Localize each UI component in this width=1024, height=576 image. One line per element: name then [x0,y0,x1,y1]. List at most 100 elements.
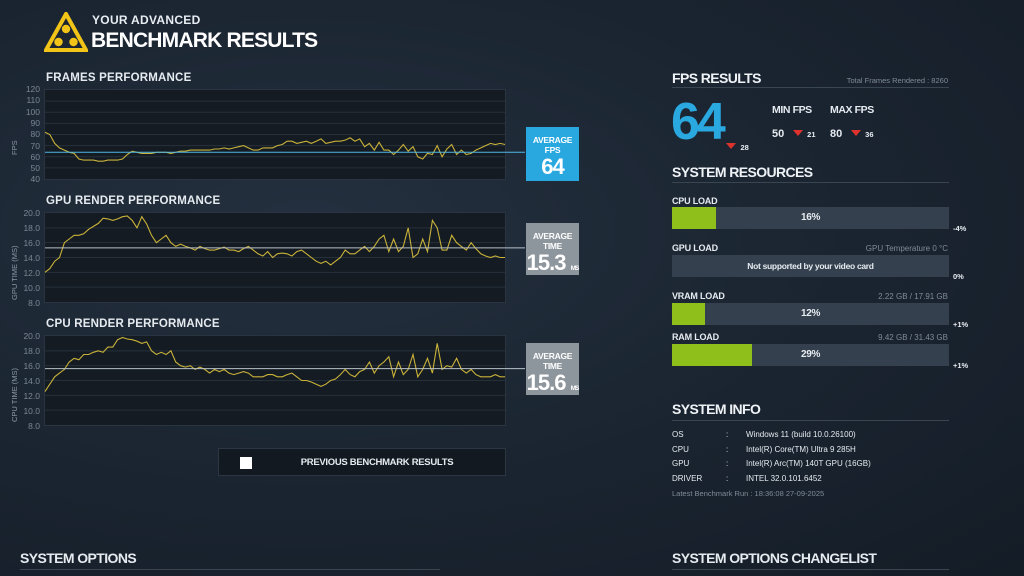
average-time-value: 15.6 MS [526,370,580,401]
y-tick: 8.0 [28,298,40,308]
cpu-render-performance-title: CPU RENDER PERFORMANCE [46,318,220,330]
average-time-value: 15.3 MS [526,251,580,281]
divider [672,87,949,88]
fps-results-title: FPS RESULTS [672,70,761,86]
gpu-load-bar: Not supported by your video card [672,255,949,277]
cpu-load-value: 16% [800,212,821,223]
previous-benchmark-results-button[interactable]: PREVIOUS BENCHMARK RESULTS [218,448,506,476]
delta-value: 36 [865,130,874,139]
average-time-unit: MS [570,265,580,272]
average-time-unit: MS [570,385,580,392]
system-resources-title: SYSTEM RESOURCES [672,164,813,180]
ram-load-bar: 29% [672,344,949,366]
gpu-load-value: Not supported by your video card [747,261,874,271]
line-chart-svg [44,215,525,288]
info-key: DRIVER [672,474,703,483]
avg-fps-delta: 28 [726,137,749,155]
y-tick: 40 [30,174,40,185]
max-fps-value: 80 [830,128,843,140]
system-options-changelist-title: SYSTEM OPTIONS CHANGELIST [672,550,877,566]
arrow-down-icon [792,129,803,136]
y-tick: 20.0 [23,331,40,341]
divider [672,420,949,421]
divider [672,182,949,183]
average-time-number: 15.6 [526,370,567,395]
average-fps-label: AVERAGE FPS [532,135,573,155]
y-tick: 80 [30,129,40,140]
line-chart-svg [44,336,525,411]
y-tick: 20.0 [23,208,40,218]
ram-usage: 9.42 GB / 31.43 GB [878,333,948,342]
average-fps-value: 64 [541,154,564,179]
latest-benchmark-run: Latest Benchmark Run : 18:36:08 27-09-20… [672,489,825,498]
divider [672,569,949,570]
average-cpu-time-box: AVERAGE TIME 15.6 MS [526,343,579,395]
line-chart-svg [44,100,525,169]
system-options-title: SYSTEM OPTIONS [20,550,137,566]
ram-load-label: RAM LOAD [672,332,719,342]
y-tick: 50 [30,163,40,174]
info-value: Intel(R) Core(TM) Ultra 9 285H [746,445,856,454]
info-value: Windows 11 (build 10.0.26100) [746,430,856,439]
info-key: GPU [672,459,690,468]
y-tick: 18.0 [23,223,40,233]
y-tick: 14.0 [23,376,40,386]
arrow-down-icon [726,142,736,149]
total-frames-rendered: Total Frames Rendered : 8260 [846,76,948,85]
info-value: INTEL 32.0.101.6452 [746,474,822,483]
y-tick: 12.0 [23,391,40,401]
vram-load-value: 12% [800,308,821,319]
average-time-label: AVERAGE TIME [532,231,573,251]
system-info-title: SYSTEM INFO [672,401,761,417]
system-info-row: OS : Windows 11 (build 10.0.26100) [672,430,949,442]
system-info-row: GPU : Intel(R) Arc(TM) 140T GPU (16GB) [672,459,949,471]
average-gpu-time-box: AVERAGE TIME 15.3 MS [526,223,579,275]
y-tick: 16.0 [23,238,40,248]
system-info-row: CPU : Intel(R) Core(TM) Ultra 9 285H [672,445,949,457]
header-subtitle: YOUR ADVANCED [92,13,201,27]
system-info-row: DRIVER : INTEL 32.0.101.6452 [672,474,949,486]
y-tick: 10.0 [23,406,40,416]
delta-value: 28 [740,143,749,152]
info-value: Intel(R) Arc(TM) 140T GPU (16GB) [746,459,871,468]
y-tick: 8.0 [28,421,40,431]
y-tick: 70 [30,140,40,151]
info-colon: : [726,430,729,439]
cpu-chart-plot [44,335,525,426]
ram-load-delta: +1% [953,361,969,370]
y-tick: 90 [30,117,40,128]
vram-load-delta: +1% [953,320,969,329]
y-tick: 60 [30,151,40,162]
frames-performance-title: FRAMES PERFORMANCE [46,72,192,84]
info-colon: : [726,474,729,483]
gpu-temperature: GPU Temperature 0 °C [865,244,948,253]
y-tick: 14.0 [23,253,40,263]
max-fps-label: MAX FPS [830,104,874,116]
min-fps: 50 21 [772,124,816,142]
average-fps-box: AVERAGE FPS 64 [526,127,579,181]
benchmark-logo-icon [44,12,88,52]
info-colon: : [726,459,729,468]
y-tick: 110 [26,95,40,106]
vram-load-label: VRAM LOAD [672,291,725,301]
ram-load-value: 29% [800,349,821,360]
page-title: BENCHMARK RESULTS [91,29,318,52]
series-line [44,336,505,392]
gpu-chart-plot [44,212,525,303]
vram-load-bar: 12% [672,303,949,325]
y-tick: 12.0 [23,268,40,278]
y-tick: 120 [25,84,40,94]
cpu-load-bar: 16% [672,207,949,229]
gpu-render-performance-title: GPU RENDER PERFORMANCE [46,195,221,207]
max-fps: 80 36 [830,124,874,142]
previous-benchmark-results-label: PREVIOUS BENCHMARK RESULTS [300,457,454,468]
delta-value: 21 [807,130,816,139]
arrow-down-icon [850,129,861,136]
divider [20,569,440,570]
vram-usage: 2.22 GB / 17.91 GB [878,292,948,301]
cpu-load-label: CPU LOAD [672,196,718,206]
gpu-load-label: GPU LOAD [672,243,718,253]
series-line [44,215,505,273]
y-tick: 100 [25,106,40,117]
info-key: CPU [672,445,689,454]
